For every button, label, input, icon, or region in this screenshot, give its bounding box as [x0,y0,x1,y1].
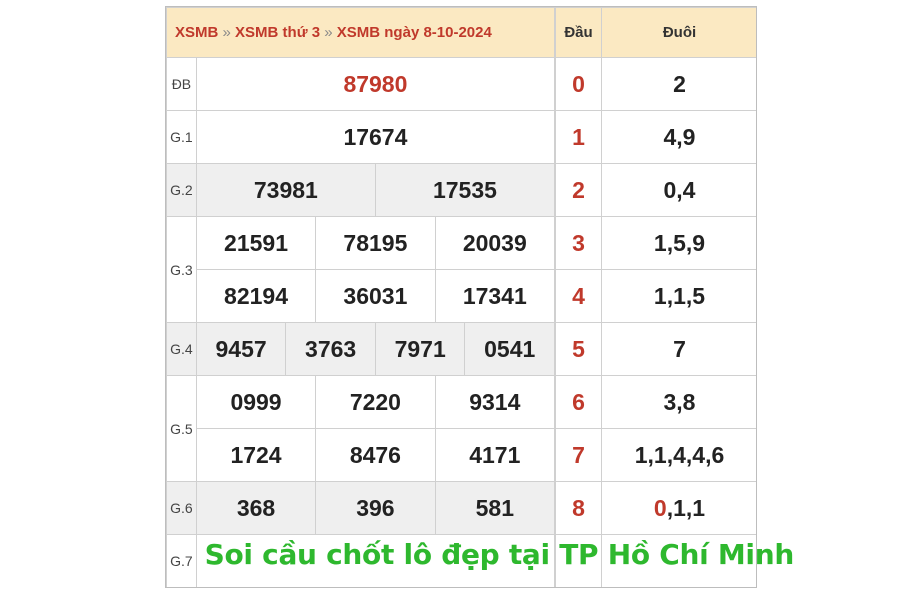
loto-row: 6 3,8 [555,375,756,429]
prize-label: G.1 [166,110,197,164]
tail-digits: 3,8 [601,375,756,429]
prize-label: G.5 [166,375,197,482]
prize-number: 82194 [195,269,317,323]
prize-row-g6: G.6 368 396 581 [166,481,556,535]
head-digit: 7 [555,428,602,482]
prize-number: 0999 [195,375,317,429]
tail-digits: 0,4 [601,163,756,217]
prize-label: G.2 [166,163,197,217]
loto-row: 2 0,4 [555,163,756,217]
prize-number: 3763 [285,322,376,376]
prize-number: 581 [434,481,556,535]
prize-number: 9457 [195,322,287,376]
lottery-results-panel: XSMB » XSMB thứ 3 » XSMB ngày 8-10-2024 … [165,6,757,588]
loto-row: 5 7 [555,322,756,376]
head-digit: 3 [555,216,602,270]
prize-row-g2: G.2 73981 17535 [166,163,556,217]
loto-row: 8 0,1,1 [555,481,756,535]
prize-number: 396 [315,481,436,535]
head-digit: 8 [555,481,602,535]
prize-number: 7971 [374,322,466,376]
prize-number: 8476 [315,428,436,482]
prize-number: 73981 [195,163,376,217]
head-digit: 0 [555,57,602,111]
prize-row-g3: G.3 21591 78195 20039 [166,216,556,323]
prize-number: 7220 [315,375,436,429]
prize-row-g5: G.5 0999 7220 9314 [166,375,556,482]
column-header-dau: Đầu [555,7,602,58]
breadcrumb-xsmb[interactable]: XSMB [175,24,218,41]
prize-number: 17535 [374,163,556,217]
column-header-duoi: Đuôi [601,7,756,58]
loto-head-tail-table: Đầu Đuôi 0 2 1 4,9 2 0,4 3 1,5,9 4 1,1,5… [555,7,756,587]
prize-number: 4171 [434,428,556,482]
head-digit: 1 [555,110,602,164]
loto-row: 7 1,1,4,4,6 [555,428,756,482]
breadcrumb-separator: » [222,24,231,41]
breadcrumb-xsmb-date[interactable]: XSMB ngày 8-10-2024 [337,24,492,41]
prize-number: 0541 [464,322,555,376]
prize-number: 17341 [434,269,556,323]
tail-digits-rest: ,1,1 [666,494,706,521]
breadcrumb: XSMB » XSMB thứ 3 » XSMB ngày 8-10-2024 [166,7,555,58]
prize-label: G.3 [166,216,197,323]
prize-number: 21591 [195,216,317,270]
tail-digits: 1,1,5 [601,269,756,323]
prize-label: G.4 [166,322,197,376]
tail-digits: 4,9 [601,110,756,164]
breadcrumb-xsmb-weekday[interactable]: XSMB thứ 3 [235,24,320,41]
prize-number: 17674 [195,110,556,164]
loto-row: 1 4,9 [555,110,756,164]
loto-row: 3 1,5,9 [555,216,756,270]
prize-number: 1724 [195,428,317,482]
prize-row-g1: G.1 17674 [166,110,556,164]
promo-banner-text: Soi cầu chốt lô đẹp tại TP Hồ Chí Minh [204,538,795,571]
head-digit: 4 [555,269,602,323]
tail-digits: 7 [601,322,756,376]
prize-number: 36031 [315,269,436,323]
results-table: XSMB » XSMB thứ 3 » XSMB ngày 8-10-2024 … [166,7,556,587]
prize-row-g3b: 82194 36031 17341 [167,269,556,323]
prize-row-db: ĐB 87980 [166,57,556,111]
tail-digits: 1,1,4,4,6 [601,428,756,482]
head-digit: 2 [555,163,602,217]
breadcrumb-separator: » [324,24,333,41]
tail-digit-highlight: 0 [653,494,667,521]
loto-header: Đầu Đuôi [555,7,756,58]
prize-number: 9314 [434,375,556,429]
prize-row-g4: G.4 9457 3763 7971 0541 [166,322,555,376]
prize-number: 78195 [315,216,436,270]
prize-label: G.6 [166,481,197,535]
head-digit: 6 [555,375,602,429]
loto-row: 0 2 [555,57,756,111]
loto-row: 4 1,1,5 [555,269,756,323]
tail-digits: 1,5,9 [601,216,756,270]
special-prize-number: 87980 [195,57,556,111]
prize-number: 368 [195,481,317,535]
prize-row-g5b: 1724 8476 4171 [167,428,556,482]
tail-digits: 0,1,1 [601,481,756,535]
head-digit: 5 [555,322,602,376]
prize-number: 20039 [434,216,556,270]
tail-digits: 2 [601,57,756,111]
prize-label: ĐB [166,57,197,111]
